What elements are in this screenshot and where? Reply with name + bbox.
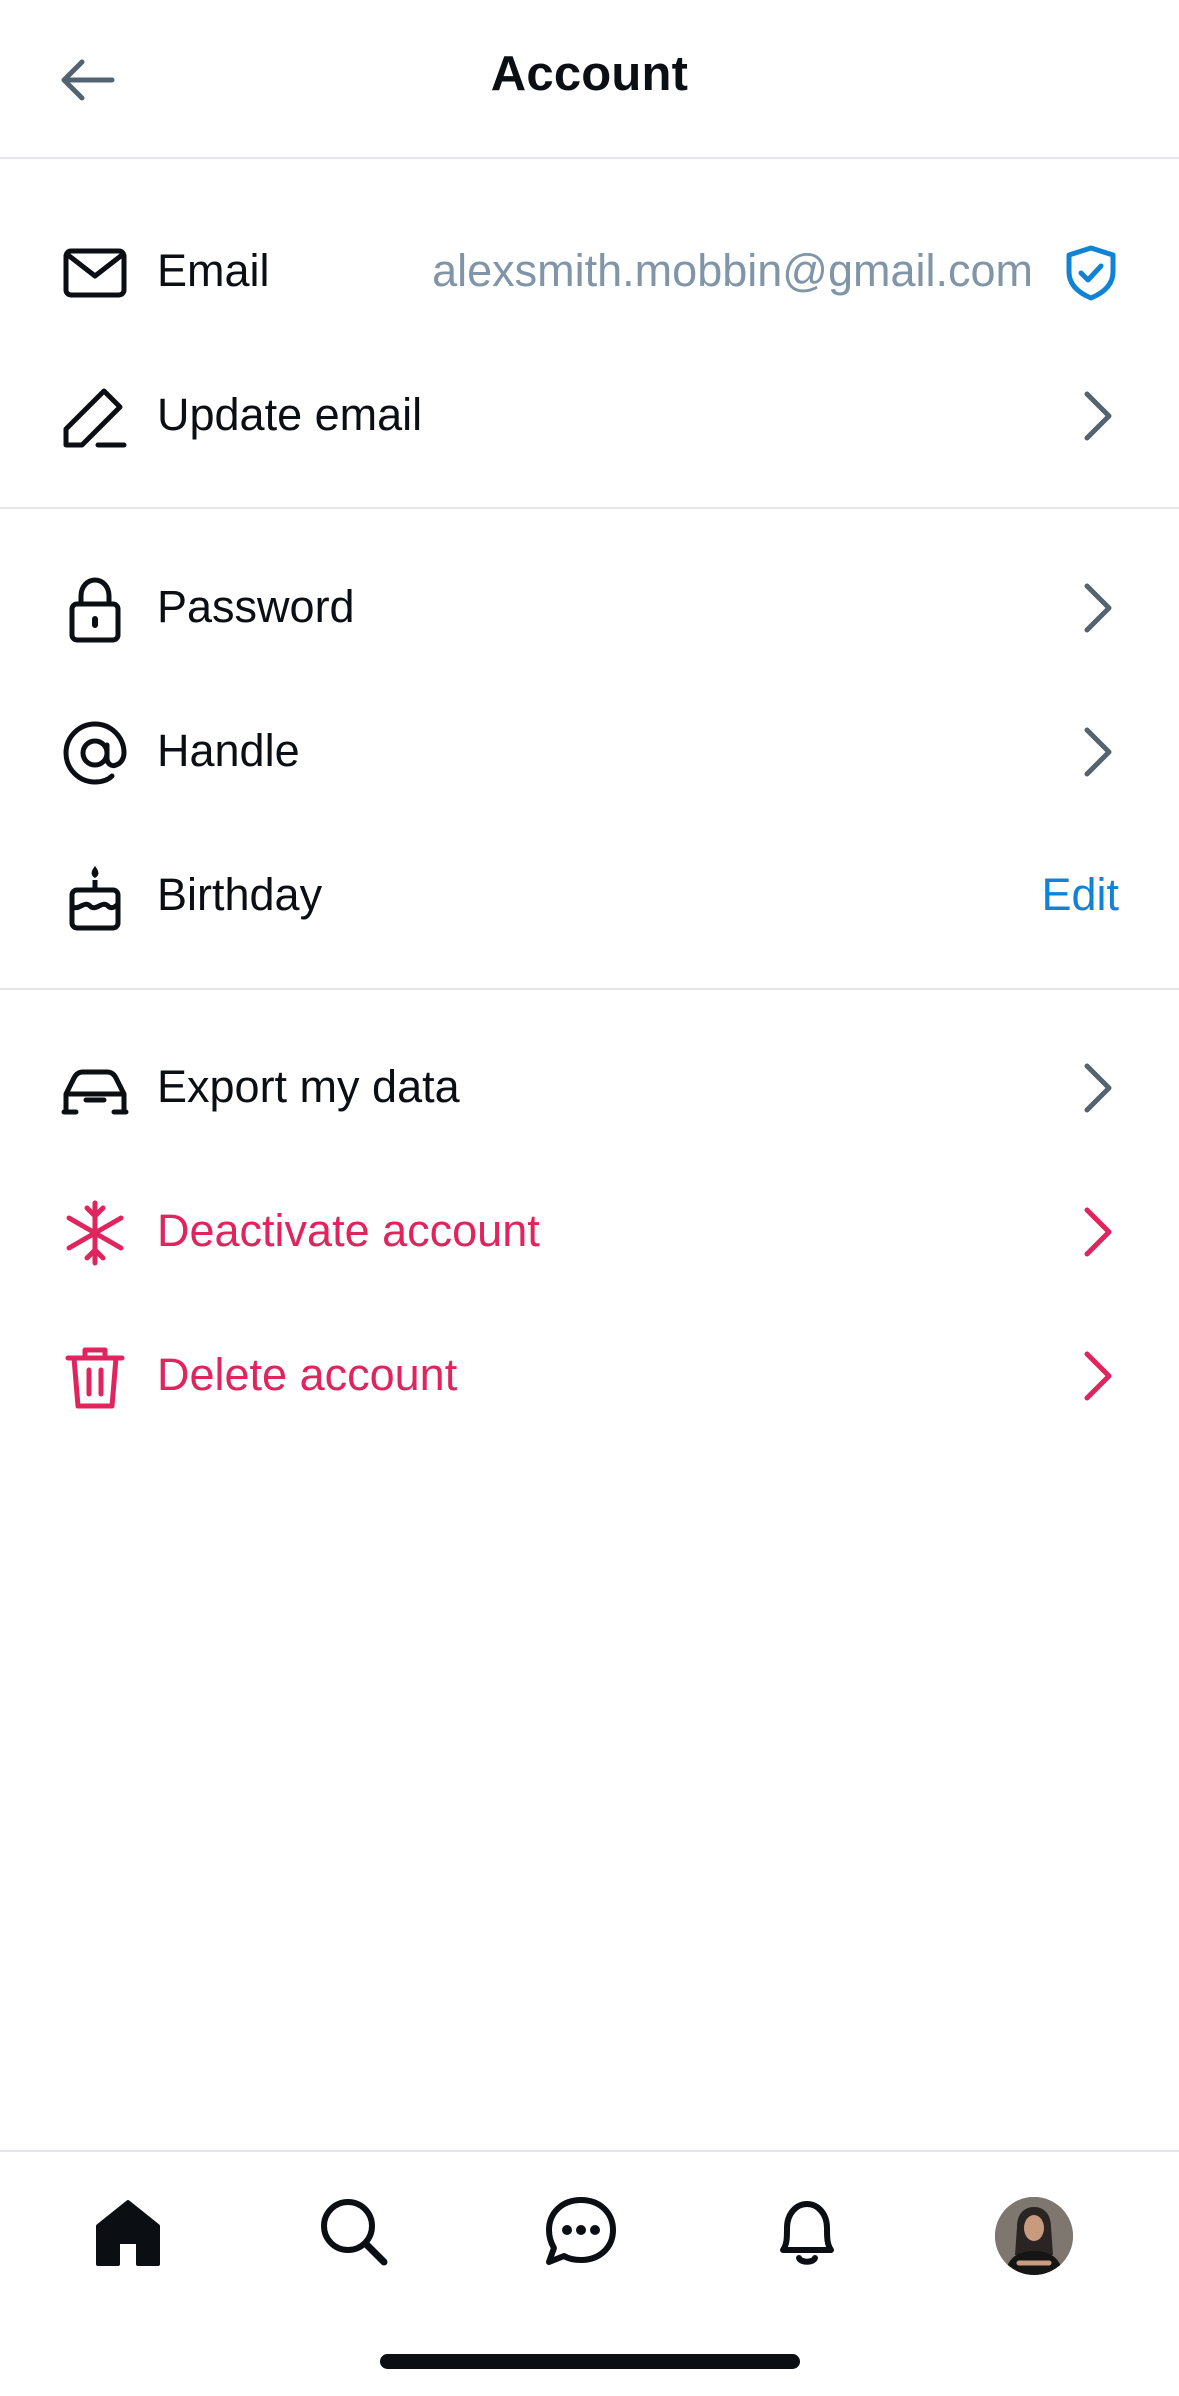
update-email-row[interactable]: Update email bbox=[0, 342, 1179, 486]
shield-check-icon bbox=[1066, 245, 1116, 301]
header-bar: Account bbox=[0, 0, 1179, 159]
deactivate-account-label: Deactivate account bbox=[157, 1205, 540, 1256]
chevron-right-icon bbox=[1084, 1351, 1112, 1401]
chevron-right-icon bbox=[1084, 583, 1112, 633]
tab-notifications[interactable] bbox=[757, 2192, 857, 2292]
chevron-right-icon bbox=[1084, 1207, 1112, 1257]
birthday-edit-button[interactable]: Edit bbox=[1041, 868, 1119, 922]
update-email-label: Update email bbox=[157, 389, 423, 440]
section-divider bbox=[0, 988, 1179, 990]
page-title: Account bbox=[490, 47, 689, 101]
chevron-right-icon bbox=[1084, 727, 1112, 777]
email-value: alexsmith.mobbin@gmail.com bbox=[432, 245, 1033, 296]
delete-account-row[interactable]: Delete account bbox=[0, 1302, 1179, 1446]
delete-account-label: Delete account bbox=[157, 1349, 458, 1400]
cake-icon bbox=[69, 866, 121, 931]
home-icon bbox=[96, 2200, 160, 2266]
trash-icon bbox=[65, 1347, 125, 1409]
envelope-icon bbox=[63, 248, 127, 298]
email-label: Email bbox=[157, 245, 270, 296]
home-indicator bbox=[380, 2354, 800, 2369]
bell-icon bbox=[780, 2201, 834, 2265]
handle-row[interactable]: Handle bbox=[0, 678, 1179, 822]
password-row[interactable]: Password bbox=[0, 534, 1179, 678]
tab-home[interactable] bbox=[78, 2192, 178, 2292]
chat-bubble-icon bbox=[546, 2197, 616, 2265]
profile-photo-icon bbox=[995, 2197, 1073, 2275]
tab-search[interactable] bbox=[304, 2192, 404, 2292]
pencil-icon bbox=[63, 388, 127, 448]
email-row: Email alexsmith.mobbin@gmail.com bbox=[0, 198, 1179, 342]
car-icon bbox=[61, 1069, 129, 1115]
birthday-row: Birthday Edit bbox=[0, 822, 1179, 966]
export-data-label: Export my data bbox=[157, 1061, 460, 1112]
handle-label: Handle bbox=[157, 725, 300, 776]
lock-icon bbox=[69, 577, 121, 643]
deactivate-account-row[interactable]: Deactivate account bbox=[0, 1158, 1179, 1302]
export-data-row[interactable]: Export my data bbox=[0, 1014, 1179, 1158]
chevron-right-icon bbox=[1084, 1063, 1112, 1113]
password-label: Password bbox=[157, 581, 355, 632]
chevron-right-icon bbox=[1084, 391, 1112, 441]
tab-messages[interactable] bbox=[531, 2192, 631, 2292]
search-icon bbox=[321, 2199, 388, 2266]
at-sign-icon bbox=[63, 721, 127, 785]
avatar[interactable] bbox=[995, 2197, 1073, 2275]
birthday-label: Birthday bbox=[157, 869, 323, 920]
section-divider bbox=[0, 507, 1179, 509]
snowflake-icon bbox=[66, 1200, 124, 1266]
